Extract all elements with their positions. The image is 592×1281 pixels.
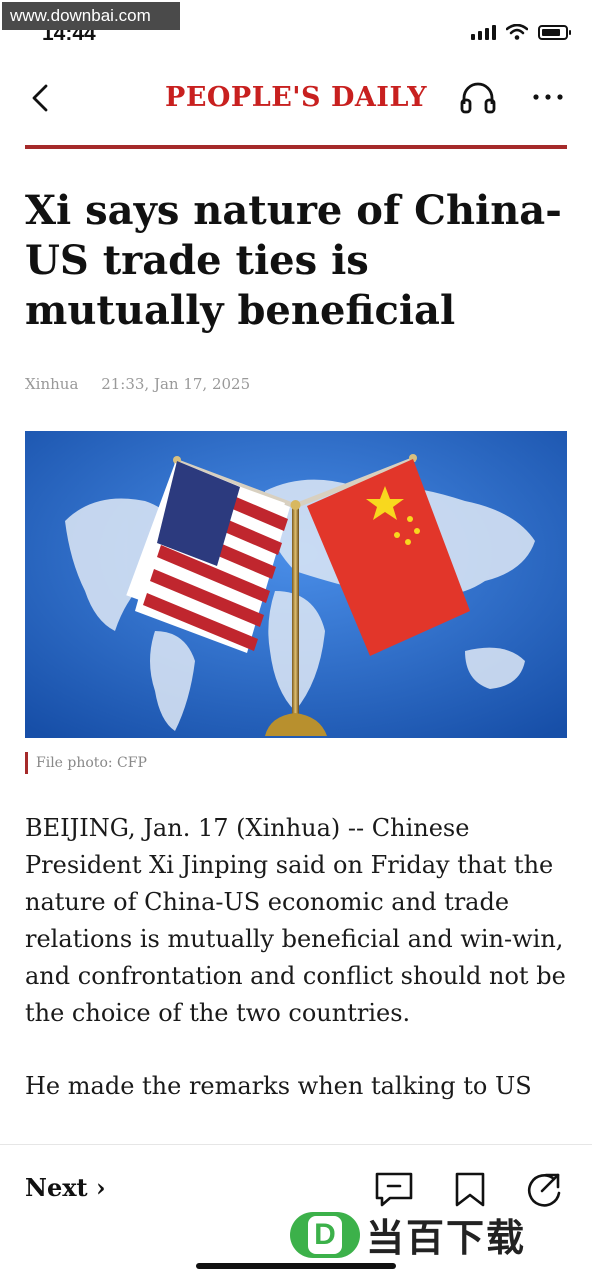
article-photo[interactable] (25, 431, 567, 738)
watermark-logo-icon: D (290, 1211, 360, 1258)
watermark-top: www.downbai.com (2, 2, 180, 30)
wifi-icon (506, 24, 528, 40)
article-timestamp: 21:33, Jan 17, 2025 (101, 375, 251, 393)
more-dots-icon (533, 94, 563, 100)
signal-icon (471, 24, 496, 40)
share-icon (527, 1173, 561, 1207)
article-headline: Xi says nature of China-US trade ties is… (25, 187, 562, 334)
brand-logo: PEOPLE'S DAILY (165, 82, 427, 113)
watermark-logo-letter: D (308, 1215, 342, 1254)
home-indicator[interactable] (196, 1263, 396, 1269)
bookmark-icon (455, 1172, 485, 1207)
top-nav: PEOPLE'S DAILY (0, 64, 592, 134)
watermark-bottom: D 当百下载 (290, 1207, 526, 1262)
watermark-bottom-text: 当百下载 (366, 1216, 527, 1260)
comment-button[interactable] (374, 1171, 414, 1207)
article-paragraph: BEIJING, Jan. 17 (Xinhua) -- Chinese Pre… (25, 814, 566, 1027)
article-paragraph: He made the remarks when talking to US (25, 1072, 532, 1100)
flags-image (25, 431, 567, 738)
photo-caption: File photo: CFP (25, 752, 147, 774)
article-body: BEIJING, Jan. 17 (Xinhua) -- Chinese Pre… (25, 810, 570, 1141)
bookmark-button[interactable] (450, 1171, 490, 1207)
article-meta: Xinhua 21:33, Jan 17, 2025 (25, 375, 250, 393)
battery-icon (538, 25, 571, 40)
listen-button[interactable] (458, 80, 498, 116)
header-divider (25, 145, 567, 149)
article-source: Xinhua (25, 375, 79, 393)
comment-icon (375, 1172, 413, 1207)
bottom-toolbar: Next › D 当百下载 (0, 1144, 592, 1281)
next-article-button[interactable]: Next › (25, 1173, 106, 1202)
share-button[interactable] (524, 1171, 564, 1207)
headphones-icon (460, 82, 496, 114)
status-icons (471, 24, 571, 40)
more-button[interactable] (528, 82, 568, 112)
